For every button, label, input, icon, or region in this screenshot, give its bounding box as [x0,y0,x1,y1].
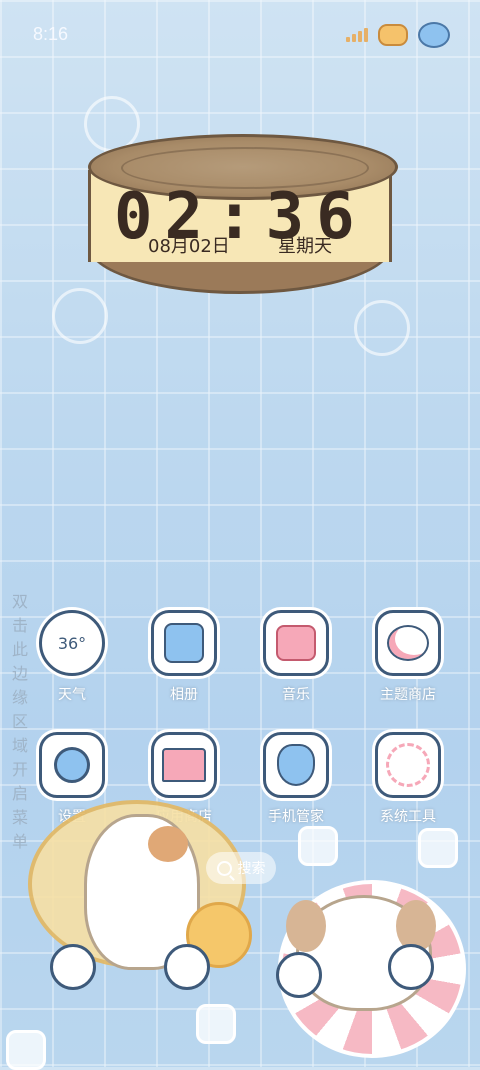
app-theme-store[interactable]: 主题商店 [358,610,458,704]
app-label: 系统工具 [380,809,436,825]
clock-weekday: 星期天 [278,236,332,257]
system-tools-icon [375,732,441,798]
settings-icon [39,732,105,798]
app-label: 相册 [170,687,198,703]
clock-widget[interactable]: 02:36 08月02日 星期天 [88,134,398,296]
app-gallery[interactable]: 相册 [134,610,234,704]
ice-cube-decoration [298,826,338,866]
search-button[interactable]: 搜索 [206,852,276,884]
status-time: 8:16 [33,24,69,44]
weather-icon: 36° [39,610,105,676]
cat-patch [148,826,188,862]
dock-puppy-icon[interactable] [388,944,434,990]
status-icons [346,22,450,48]
app-weather[interactable]: 36° 天气 [22,610,122,704]
music-icon [263,610,329,676]
ice-cube-decoration [196,1004,236,1044]
dock-puppy-icon[interactable] [164,944,210,990]
ice-cube-decoration [418,828,458,868]
flower-decoration [354,300,410,356]
search-icon [216,860,232,876]
app-music[interactable]: 音乐 [246,610,346,704]
wifi-icon [378,24,408,46]
search-label: 搜索 [237,861,266,877]
dog-ear [286,900,326,952]
dock-puppy-icon[interactable] [276,952,322,998]
ice-cube-decoration [6,1030,46,1070]
clock-date: 08月02日 [148,236,230,257]
dock-puppy-icon[interactable] [50,944,96,990]
app-phone-manager[interactable]: 手机管家 [246,732,346,826]
app-label: 手机管家 [268,809,324,825]
flower-decoration [52,288,108,344]
phone-manager-icon [263,732,329,798]
status-bar: 8:16 [0,0,480,70]
app-label: 主题商店 [380,687,436,703]
gallery-icon [151,610,217,676]
app-label: 音乐 [282,687,310,703]
app-store-icon [151,732,217,798]
app-label: 天气 [58,687,86,703]
app-system-tools[interactable]: 系统工具 [358,732,458,826]
signal-icon [346,28,368,42]
battery-icon [418,22,450,48]
theme-store-icon [375,610,441,676]
